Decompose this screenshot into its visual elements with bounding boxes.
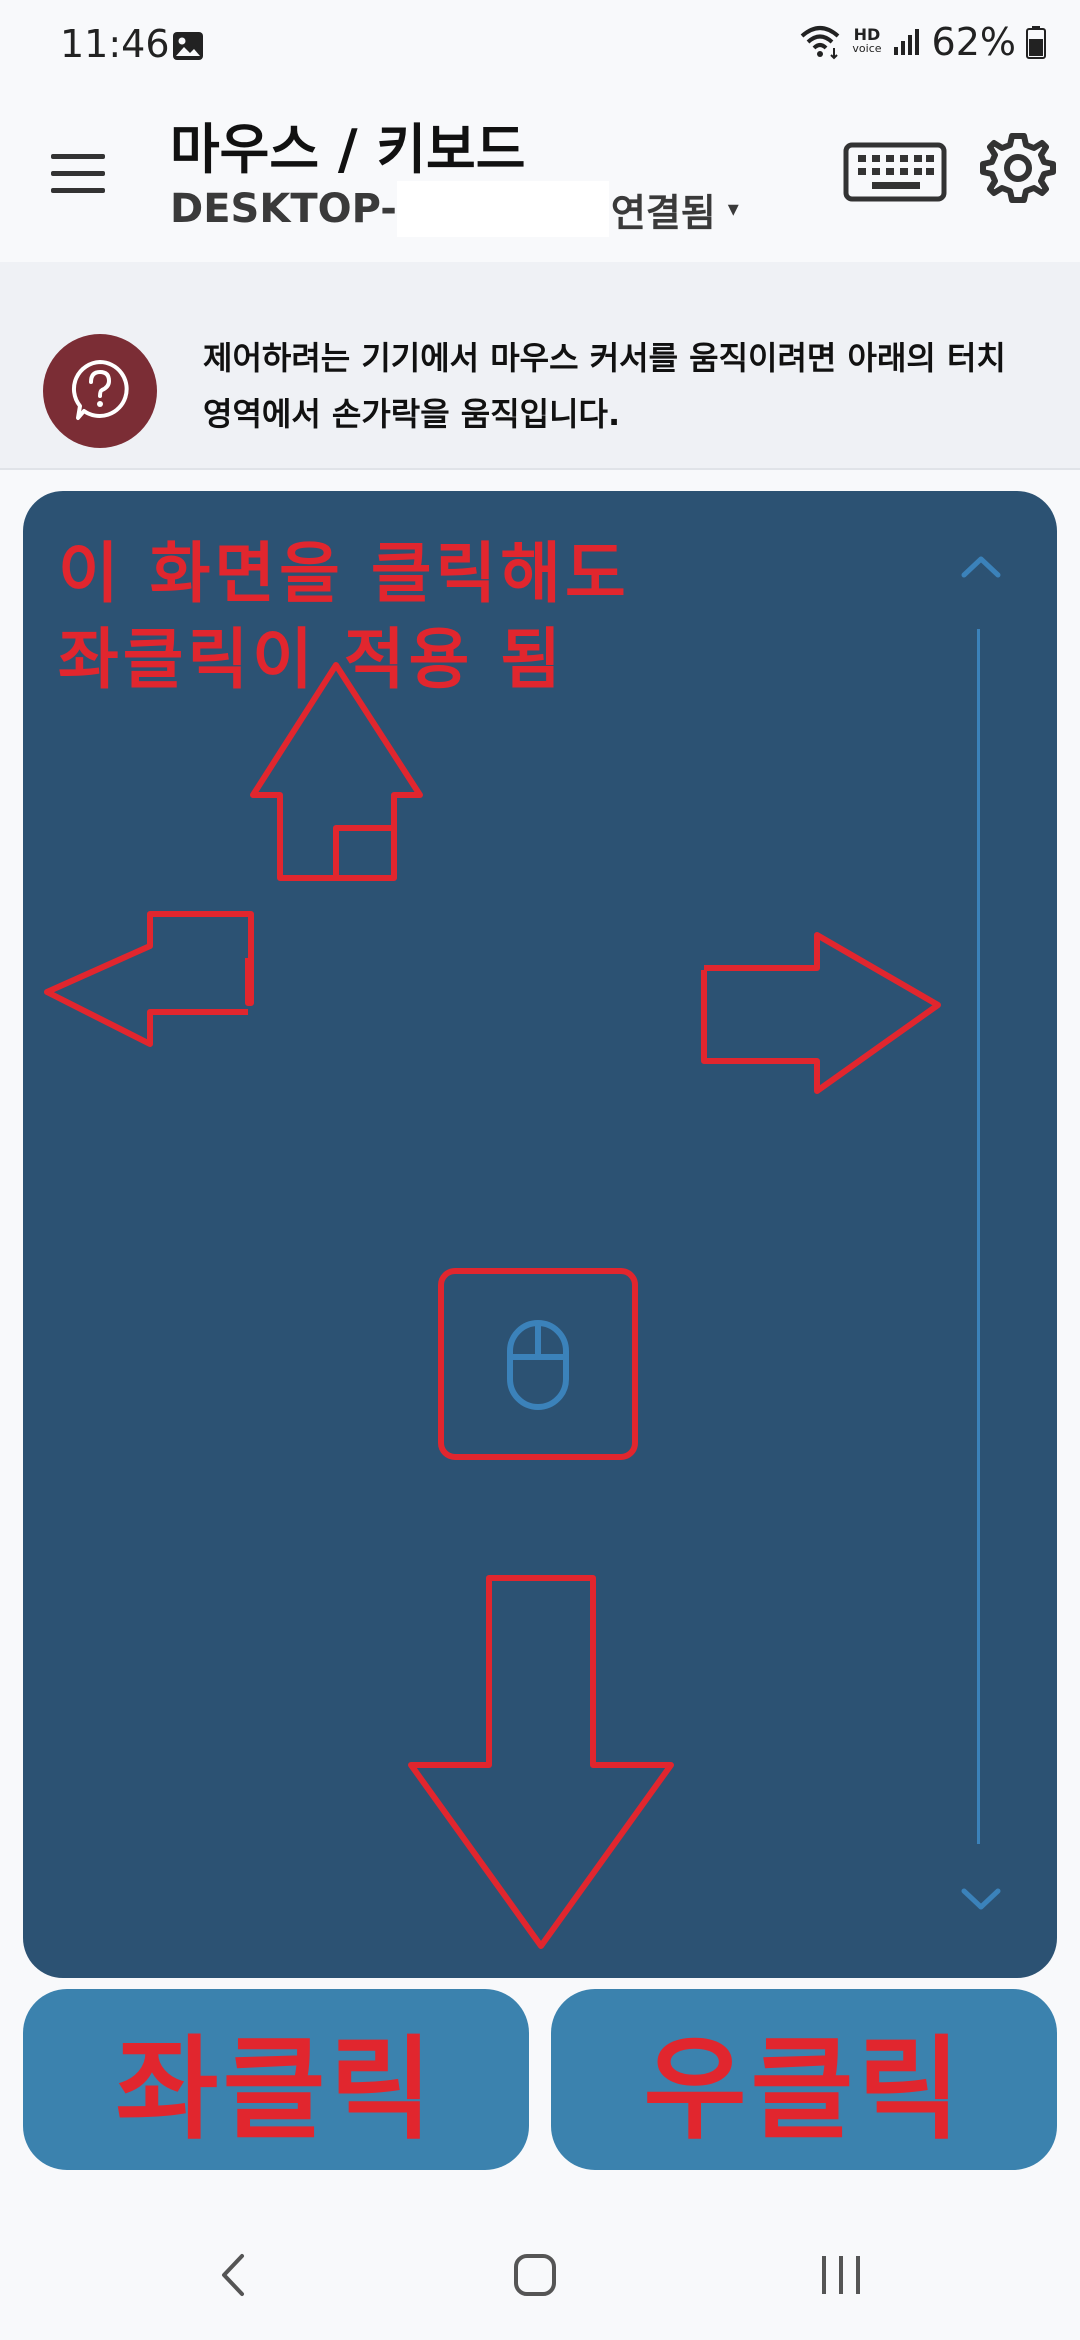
signal-icon (893, 29, 919, 55)
redaction-mask (396, 181, 609, 237)
back-icon[interactable] (210, 2250, 260, 2300)
device-selector[interactable]: DESKTOP- 연결됨 ▾ (170, 179, 739, 239)
device-name: DESKTOP- (170, 186, 397, 232)
arrow-down-icon (408, 1575, 674, 1949)
voice-label: voice (852, 42, 882, 55)
left-click-label: 좌클릭 (115, 2024, 437, 2155)
battery-icon (1026, 26, 1046, 59)
arrow-up-icon (250, 662, 423, 881)
arrow-right-icon (701, 932, 941, 1094)
wifi-icon (801, 26, 840, 60)
gear-icon[interactable] (978, 128, 1058, 208)
help-bubble-icon (71, 360, 129, 420)
photo-notification-icon (173, 32, 203, 60)
touchpad-area[interactable]: 이 화면을 클릭해도 좌클릭이 적용 됨 (23, 491, 1057, 1978)
right-click-button[interactable]: 우클릭 (551, 1989, 1057, 2170)
right-click-label: 우클릭 (643, 2024, 965, 2155)
dropdown-caret-icon: ▾ (727, 196, 739, 222)
help-badge (43, 334, 157, 448)
status-time: 11:46 (60, 22, 170, 66)
status-indicators: HD voice 62% (798, 20, 1046, 64)
hd-voice-indicator: HD voice (852, 25, 882, 56)
app-bar: 마우스 / 키보드 DESKTOP- 연결됨 ▾ (0, 95, 1080, 260)
info-banner: 제어하려는 기기에서 마우스 커서를 움직이려면 아래의 터치 영역에서 손가락… (0, 262, 1080, 470)
scroll-track[interactable] (977, 629, 980, 1844)
hd-label: HD (853, 25, 881, 44)
arrow-left-icon (44, 911, 254, 1047)
system-nav-bar (0, 2200, 1080, 2340)
scroll-up-chevron-icon[interactable] (958, 551, 1004, 583)
hamburger-menu-icon[interactable] (45, 140, 113, 208)
info-message: 제어하려는 기기에서 마우스 커서를 움직이려면 아래의 터치 영역에서 손가락… (203, 339, 1006, 433)
recent-apps-icon[interactable] (816, 2250, 866, 2300)
direction-arrows (44, 662, 941, 1949)
left-click-button[interactable]: 좌클릭 (23, 1989, 529, 2170)
scroll-down-chevron-icon[interactable] (958, 1883, 1004, 1915)
page-title: 마우스 / 키보드 (170, 118, 526, 181)
keyboard-icon[interactable] (840, 133, 950, 213)
connection-status: 연결됨 (610, 190, 716, 235)
home-icon[interactable] (510, 2250, 560, 2300)
mouse-icon (507, 1320, 569, 1410)
mouse-frame (438, 1268, 638, 1460)
status-bar: 11:46 HD voice 62% (0, 0, 1080, 95)
battery-percentage: 62% (931, 20, 1016, 64)
